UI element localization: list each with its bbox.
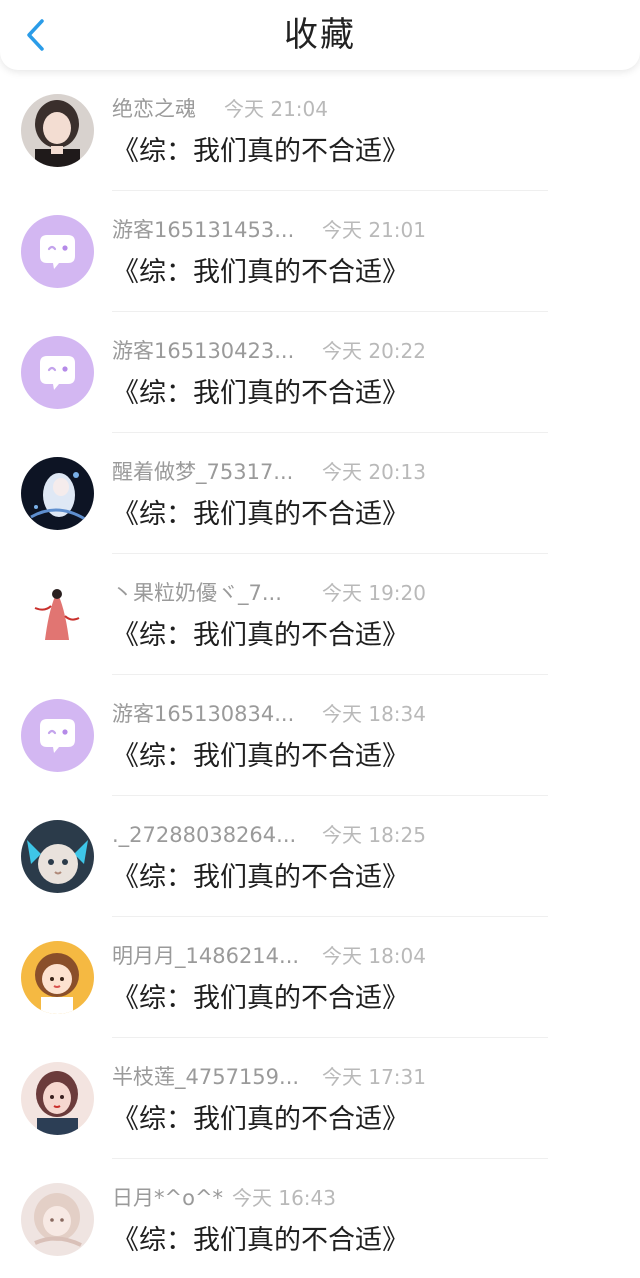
- favorite-title: 《综：我们真的不合适》: [112, 983, 409, 1014]
- timestamp: 今天 18:34: [322, 702, 426, 726]
- list-item[interactable]: ._27288038264... 今天 18:25 《综：我们真的不合适》: [0, 796, 640, 917]
- user-avatar[interactable]: [21, 941, 94, 1014]
- timestamp: 今天 19:20: [322, 581, 426, 605]
- list-item[interactable]: 醒着做梦_75317... 今天 20:13 《综：我们真的不合适》: [0, 433, 640, 554]
- user-name: 绝恋之魂: [112, 97, 196, 121]
- timestamp: 今天 18:25: [322, 823, 426, 847]
- user-avatar[interactable]: [21, 94, 94, 167]
- user-avatar[interactable]: [21, 457, 94, 530]
- list-item[interactable]: 游客165131453... 今天 21:01 《综：我们真的不合适》: [0, 191, 640, 312]
- favorite-title: 《综：我们真的不合适》: [112, 136, 409, 167]
- chat-bubble-icon: [21, 215, 94, 288]
- favorite-title: 《综：我们真的不合适》: [112, 257, 409, 288]
- favorite-title: 《综：我们真的不合适》: [112, 741, 409, 772]
- user-name: 游客165131453...: [112, 218, 295, 242]
- favorites-list: 绝恋之魂 今天 21:04 《综：我们真的不合适》 游客165131453...…: [0, 70, 640, 1278]
- timestamp: 今天 16:43: [232, 1186, 336, 1210]
- timestamp: 今天 20:22: [322, 339, 426, 363]
- user-name: 醒着做梦_75317...: [112, 460, 294, 484]
- list-item[interactable]: 绝恋之魂 今天 21:04 《综：我们真的不合适》: [0, 70, 640, 191]
- top-bar: 收藏: [0, 0, 640, 70]
- list-item[interactable]: 明月月_1486214... 今天 18:04 《综：我们真的不合适》: [0, 917, 640, 1038]
- user-avatar[interactable]: [21, 1183, 94, 1256]
- user-name: 半枝莲_4757159...: [112, 1065, 300, 1089]
- user-name: 游客165130423...: [112, 339, 295, 363]
- user-name: 丶果粒奶優ヾ_7...: [112, 581, 282, 605]
- favorite-title: 《综：我们真的不合适》: [112, 1225, 409, 1256]
- list-item[interactable]: 游客165130423... 今天 20:22 《综：我们真的不合适》: [0, 312, 640, 433]
- user-avatar[interactable]: [21, 1062, 94, 1135]
- timestamp: 今天 20:13: [322, 460, 426, 484]
- timestamp: 今天 21:04: [224, 97, 328, 121]
- user-avatar[interactable]: [21, 336, 94, 409]
- timestamp: 今天 17:31: [322, 1065, 426, 1089]
- favorite-title: 《综：我们真的不合适》: [112, 862, 409, 893]
- user-name: 游客165130834...: [112, 702, 295, 726]
- favorite-title: 《综：我们真的不合适》: [112, 378, 409, 409]
- user-name: ._27288038264...: [112, 823, 297, 847]
- user-avatar[interactable]: [21, 578, 94, 651]
- list-item[interactable]: 游客165130834... 今天 18:34 《综：我们真的不合适》: [0, 675, 640, 796]
- favorite-title: 《综：我们真的不合适》: [112, 620, 409, 651]
- user-avatar[interactable]: [21, 820, 94, 893]
- list-item[interactable]: 日月*^o^* 今天 16:43 《综：我们真的不合适》: [0, 1159, 640, 1278]
- page-title: 收藏: [284, 15, 356, 55]
- user-avatar[interactable]: [21, 699, 94, 772]
- favorites-page: 收藏 绝恋之魂 今天 21:04 《综：我们真的不合适》 游客165131453…: [0, 0, 640, 1278]
- user-name: 明月月_1486214...: [112, 944, 300, 968]
- timestamp: 今天 18:04: [322, 944, 426, 968]
- favorite-title: 《综：我们真的不合适》: [112, 1104, 409, 1135]
- user-name: 日月*^o^*: [112, 1186, 224, 1210]
- chat-bubble-icon: [21, 699, 94, 772]
- chat-bubble-icon: [21, 336, 94, 409]
- favorite-title: 《综：我们真的不合适》: [112, 499, 409, 530]
- list-item[interactable]: 丶果粒奶優ヾ_7... 今天 19:20 《综：我们真的不合适》: [0, 554, 640, 675]
- list-item[interactable]: 半枝莲_4757159... 今天 17:31 《综：我们真的不合适》: [0, 1038, 640, 1159]
- timestamp: 今天 21:01: [322, 218, 426, 242]
- user-avatar[interactable]: [21, 215, 94, 288]
